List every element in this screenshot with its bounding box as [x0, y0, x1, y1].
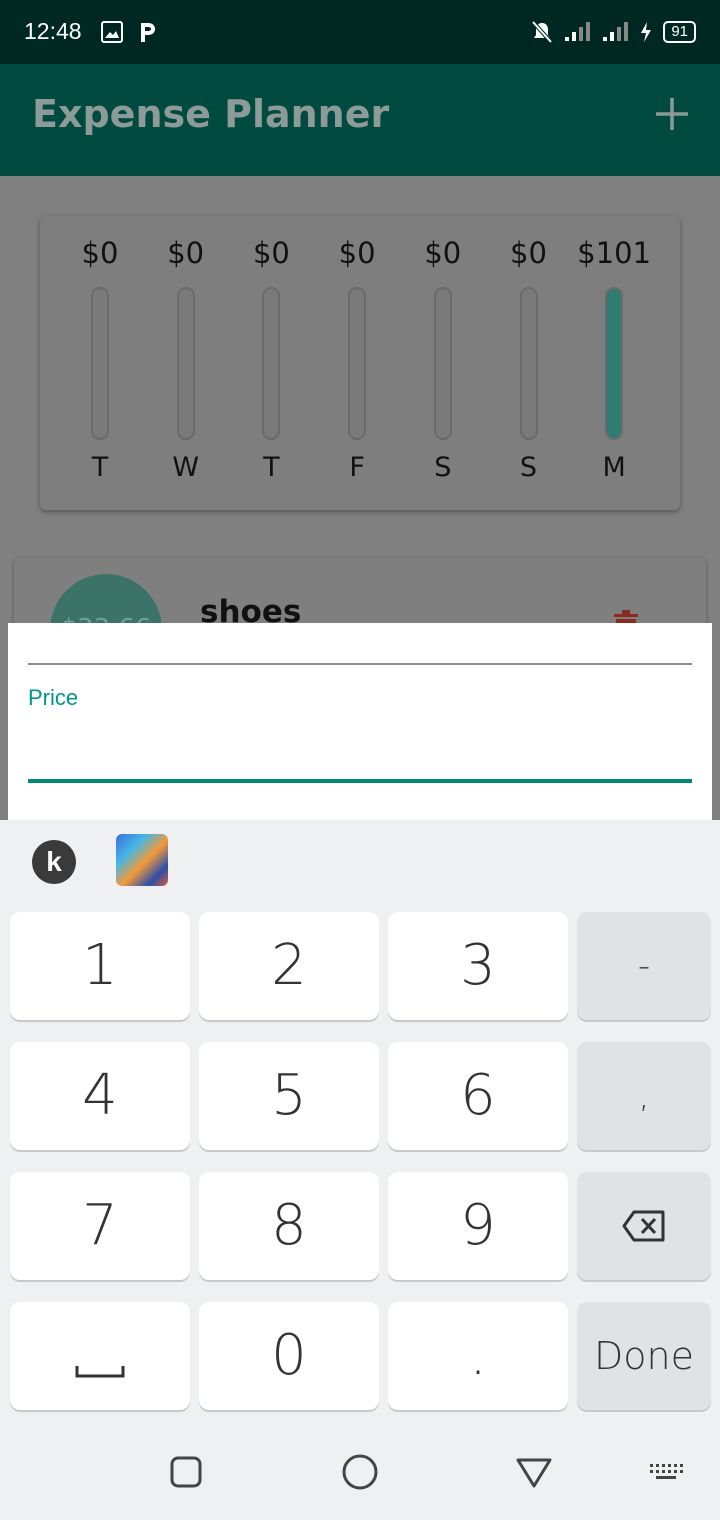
bell-off-icon — [531, 20, 553, 44]
key-8[interactable]: 8 — [199, 1172, 379, 1280]
space-key[interactable] — [10, 1302, 190, 1410]
chart-bar-track — [433, 287, 452, 440]
chart-bar-track — [519, 287, 538, 440]
chart-bar-day-label: F — [349, 452, 365, 483]
chart-bar-track — [348, 287, 367, 440]
chart-bar-day-label: T — [91, 452, 109, 483]
chart-bar-column: $0 T — [60, 216, 140, 510]
key-4[interactable]: 4 — [10, 1042, 190, 1150]
parking-icon — [141, 23, 155, 42]
done-key[interactable]: Done — [577, 1302, 711, 1410]
chart-bar-column: $0 W — [146, 216, 226, 510]
keyboard-logo-icon[interactable]: k — [32, 840, 76, 884]
key-6[interactable]: 6 — [388, 1042, 568, 1150]
price-field-underline — [28, 779, 692, 783]
back-icon[interactable] — [514, 1452, 554, 1492]
numeric-keyboard: k 1 2 3 - 4 5 6 , 7 8 9 0 . Done — [0, 820, 720, 1426]
system-nav-bar — [0, 1426, 720, 1520]
keyboard-theme-icon[interactable] — [116, 834, 168, 886]
key-0[interactable]: 0 — [199, 1302, 379, 1410]
keyboard-switch-icon[interactable] — [646, 1452, 686, 1492]
chart-bar-track — [262, 287, 281, 440]
signal-icon — [565, 22, 591, 41]
backspace-icon — [622, 1210, 665, 1242]
chart-bar-track — [176, 287, 195, 440]
chart-bar-amount: $101 — [577, 236, 652, 270]
backspace-key[interactable] — [577, 1172, 711, 1280]
chart-bar-day-label: S — [434, 452, 452, 483]
chart-bar-column: $0 S — [403, 216, 483, 510]
chart-bar-track — [605, 287, 624, 440]
chart-bar-amount: $0 — [167, 236, 205, 270]
chart-bar-fill — [607, 289, 622, 438]
key-9[interactable]: 9 — [388, 1172, 568, 1280]
key-3[interactable]: 3 — [388, 912, 568, 1020]
chart-bar-amount: $0 — [510, 236, 547, 270]
chart-bar-column: $0 F — [317, 216, 397, 510]
key-7[interactable]: 7 — [10, 1172, 190, 1280]
chart-bar-track — [91, 287, 109, 440]
chart-bar-day-label: S — [519, 452, 538, 483]
chart-bar-column: $0 T — [231, 216, 311, 510]
status-bar: 12:48 91 — [0, 0, 720, 64]
chart-bar-day-label: M — [602, 452, 626, 483]
key-5[interactable]: 5 — [199, 1042, 379, 1150]
plus-icon[interactable] — [652, 94, 692, 134]
price-label: Price — [28, 685, 79, 710]
page-title: Expense Planner — [32, 92, 390, 136]
chart-bar-day-label: W — [172, 452, 200, 483]
chart-bar-amount: $0 — [338, 236, 376, 270]
battery-level: 91 — [663, 21, 696, 43]
space-icon — [75, 1366, 125, 1378]
price-input[interactable] — [28, 723, 692, 775]
key-period[interactable]: . — [388, 1302, 568, 1410]
key-minus[interactable]: - — [577, 912, 711, 1020]
new-transaction-sheet: Price — [8, 623, 712, 823]
app-bar: Expense Planner — [0, 64, 720, 176]
signal-icon-2 — [603, 22, 629, 41]
chart-bar-amount: $0 — [424, 236, 462, 270]
key-comma[interactable]: , — [577, 1042, 711, 1150]
chart-bar-amount: $0 — [252, 236, 290, 270]
charging-icon — [641, 22, 652, 42]
key-1[interactable]: 1 — [10, 912, 190, 1020]
title-field-underline — [28, 663, 692, 665]
weekly-chart: $0 T $0 W $0 T $0 F $0 S $0 S $101 M — [40, 216, 680, 510]
status-time: 12:48 — [24, 18, 82, 44]
chart-bar-day-label: T — [263, 452, 280, 483]
chart-bar-column: $0 S — [489, 216, 569, 510]
gallery-icon — [101, 21, 123, 43]
home-icon[interactable] — [340, 1452, 380, 1492]
key-2[interactable]: 2 — [199, 912, 379, 1020]
recents-icon[interactable] — [166, 1452, 206, 1492]
chart-bar-column: $101 M — [574, 216, 654, 510]
chart-bar-amount: $0 — [81, 236, 119, 270]
